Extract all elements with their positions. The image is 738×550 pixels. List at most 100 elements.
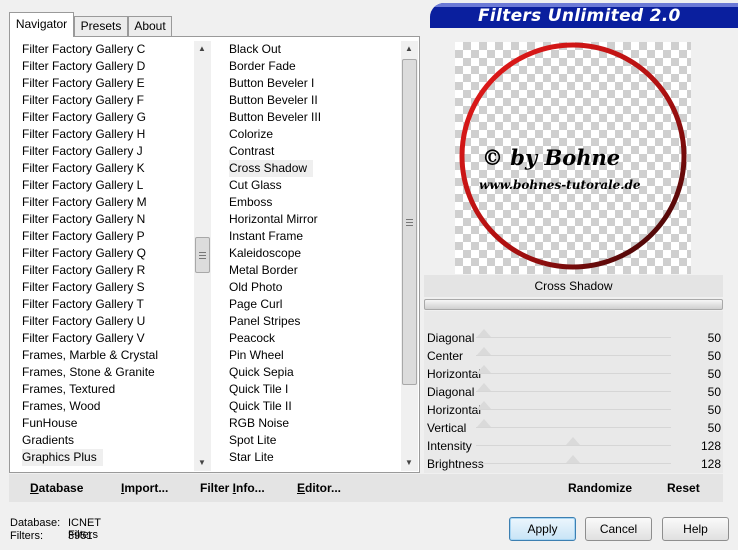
filter-item[interactable]: Button Beveler II (225, 92, 400, 109)
category-item[interactable]: Filter Factory Gallery G (18, 109, 193, 126)
filter-item[interactable]: Black Out (225, 41, 400, 58)
category-item[interactable]: Frames, Wood (18, 398, 193, 415)
filter-item[interactable]: Page Curl (225, 296, 400, 313)
scroll-up-icon[interactable]: ▲ (405, 44, 413, 53)
filter-item[interactable]: RGB Noise (225, 415, 400, 432)
slider-knob[interactable] (477, 401, 491, 409)
category-item[interactable]: Filter Factory Gallery C (18, 41, 193, 58)
category-item[interactable]: Filter Factory Gallery E (18, 75, 193, 92)
randomize-button[interactable]: Randomize (568, 481, 632, 495)
help-button[interactable]: Help (662, 517, 729, 541)
slider-knob[interactable] (566, 437, 580, 445)
filter-list[interactable]: Black Out Border Fade Button Beveler I Butt… (225, 41, 400, 471)
parameter-value: 50 (707, 349, 721, 363)
cancel-button[interactable]: Cancel (585, 517, 652, 541)
filter-item[interactable]: Quick Tile I (225, 381, 400, 398)
filter-item[interactable]: Emboss (225, 194, 400, 211)
scroll-down-icon[interactable]: ▼ (198, 458, 206, 467)
filter-item[interactable]: Horizontal Mirror (225, 211, 400, 228)
parameter-row[interactable]: Horizontal 50 (424, 401, 723, 419)
filter-item[interactable]: Metal Border (225, 262, 400, 279)
filter-item[interactable]: Star Lite (225, 449, 400, 466)
parameter-label: Horizontal (427, 403, 482, 417)
slider-track[interactable] (476, 391, 671, 392)
category-item[interactable]: Filter Factory Gallery F (18, 92, 193, 109)
tab-about[interactable]: About (128, 16, 172, 36)
category-item[interactable]: Filter Factory Gallery L (18, 177, 193, 194)
filter-item[interactable]: Instant Frame (225, 228, 400, 245)
category-item[interactable]: Filter Factory Gallery M (18, 194, 193, 211)
filter-item[interactable]: Cut Glass (225, 177, 400, 194)
category-item[interactable]: Graphics Plus (18, 449, 193, 466)
slider-track[interactable] (476, 355, 671, 356)
scroll-down-icon[interactable]: ▼ (405, 458, 413, 467)
filter-item[interactable]: Spot Lite (225, 432, 400, 449)
database-button[interactable]: Database (30, 481, 83, 495)
category-item[interactable]: Frames, Marble & Crystal (18, 347, 193, 364)
filter-item[interactable]: Quick Sepia (225, 364, 400, 381)
filter-item[interactable]: Contrast (225, 143, 400, 160)
slider-knob[interactable] (477, 419, 491, 427)
scroll-thumb[interactable] (195, 237, 210, 273)
filter-item[interactable]: Quick Tile II (225, 398, 400, 415)
filter-item[interactable]: Colorize (225, 126, 400, 143)
category-item[interactable]: Gradients (18, 432, 193, 449)
parameter-label: Diagonal (427, 385, 475, 399)
apply-button[interactable]: Apply (509, 517, 576, 541)
parameter-row[interactable]: Brightness 128 (424, 455, 723, 473)
filter-item[interactable]: Panel Stripes (225, 313, 400, 330)
slider-track[interactable] (476, 427, 671, 428)
parameter-row[interactable]: Horizontal 50 (424, 365, 723, 383)
category-item[interactable]: Frames, Stone & Granite (18, 364, 193, 381)
category-item[interactable]: Filter Factory Gallery N (18, 211, 193, 228)
slider-knob[interactable] (477, 383, 491, 391)
editor-button[interactable]: Editor... (297, 481, 341, 495)
parameter-row[interactable]: Vertical 50 (424, 419, 723, 437)
category-list[interactable]: Filter Factory Gallery C Filter Factory G… (18, 41, 193, 471)
category-item[interactable]: Filter Factory Gallery J (18, 143, 193, 160)
filter-item[interactable]: Button Beveler III (225, 109, 400, 126)
parameter-row[interactable]: Intensity 128 (424, 437, 723, 455)
tab-navigator[interactable]: Navigator (9, 12, 74, 37)
category-item[interactable]: Filter Factory Gallery P (18, 228, 193, 245)
slider-knob[interactable] (477, 329, 491, 337)
category-item[interactable]: Filter Factory Gallery K (18, 160, 193, 177)
slider-track[interactable] (476, 445, 671, 446)
parameter-label: Horizontal (427, 367, 482, 381)
slider-track[interactable] (476, 337, 671, 338)
category-item[interactable]: Filter Factory Gallery S (18, 279, 193, 296)
tab-presets[interactable]: Presets (74, 16, 128, 36)
category-item[interactable]: Filter Factory Gallery U (18, 313, 193, 330)
slider-knob[interactable] (566, 455, 580, 463)
filter-item[interactable]: Cross Shadow (225, 160, 400, 177)
reset-button[interactable]: Reset (667, 481, 700, 495)
category-item[interactable]: Filter Factory Gallery T (18, 296, 193, 313)
filter-item[interactable]: Old Photo (225, 279, 400, 296)
slider-track[interactable] (476, 409, 671, 410)
parameter-row[interactable]: Diagonal 50 (424, 329, 723, 347)
filter-item[interactable]: Kaleidoscope (225, 245, 400, 262)
category-item[interactable]: Filter Factory Gallery R (18, 262, 193, 279)
filter-scrollbar[interactable]: ▲ ▼ (401, 41, 418, 471)
filter-item[interactable]: Button Beveler I (225, 75, 400, 92)
slider-track[interactable] (476, 463, 671, 464)
filter-item[interactable]: Peacock (225, 330, 400, 347)
parameter-row[interactable]: Diagonal 50 (424, 383, 723, 401)
scroll-up-icon[interactable]: ▲ (198, 44, 206, 53)
category-item[interactable]: FunHouse (18, 415, 193, 432)
slider-knob[interactable] (477, 347, 491, 355)
filter-info-button[interactable]: Filter Info... (200, 481, 265, 495)
import-button[interactable]: Import... (121, 481, 168, 495)
category-item[interactable]: Frames, Textured (18, 381, 193, 398)
slider-knob[interactable] (477, 365, 491, 373)
category-item[interactable]: Filter Factory Gallery D (18, 58, 193, 75)
category-item[interactable]: Filter Factory Gallery H (18, 126, 193, 143)
category-item[interactable]: Filter Factory Gallery Q (18, 245, 193, 262)
filter-item[interactable]: Pin Wheel (225, 347, 400, 364)
category-scrollbar[interactable]: ▲ ▼ (194, 41, 211, 471)
category-item[interactable]: Filter Factory Gallery V (18, 330, 193, 347)
parameter-row[interactable]: Center 50 (424, 347, 723, 365)
scroll-thumb[interactable] (402, 59, 417, 385)
slider-track[interactable] (476, 373, 671, 374)
filter-item[interactable]: Border Fade (225, 58, 400, 75)
